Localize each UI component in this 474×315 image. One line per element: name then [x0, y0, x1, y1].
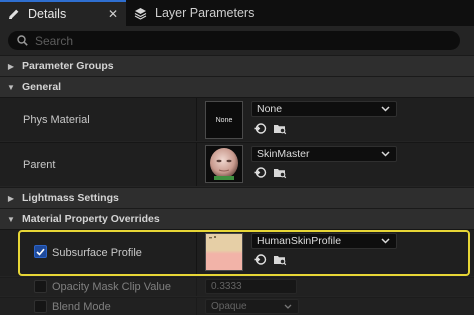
chevron-down-icon [284, 304, 292, 309]
search-input[interactable] [35, 33, 415, 48]
use-selected-asset-icon[interactable] [253, 165, 268, 180]
column-splitter[interactable] [196, 298, 197, 315]
asset-value: SkinMaster [257, 148, 310, 160]
override-checkbox-blend-mode[interactable] [34, 300, 47, 313]
category-lightmass-settings[interactable]: ▶ Lightmass Settings [0, 187, 474, 208]
dropdown-blend-mode[interactable]: Opaque [205, 299, 299, 314]
asset-thumbnail-subsurface-profile[interactable] [205, 233, 243, 271]
asset-thumbnail-parent[interactable] [205, 145, 243, 183]
search-row [0, 26, 474, 54]
property-label: Blend Mode [52, 301, 111, 313]
asset-thumbnail-phys-material[interactable]: None [205, 101, 243, 139]
chevron-down-icon [381, 238, 390, 244]
checkmark-icon [36, 248, 45, 256]
dropdown-value: Opaque [211, 301, 247, 312]
close-icon[interactable]: ✕ [108, 7, 118, 21]
search-icon [17, 35, 28, 46]
property-label: Subsurface Profile [52, 247, 142, 259]
column-splitter[interactable] [196, 98, 197, 141]
category-material-property-overrides[interactable]: ▼ Material Property Overrides [0, 208, 474, 229]
asset-value: None [257, 103, 283, 115]
column-splitter[interactable] [196, 230, 197, 276]
numeric-field-opacity-mask[interactable]: 0.3333 [205, 279, 297, 294]
tab-layer-parameters-label: Layer Parameters [155, 6, 255, 20]
category-general[interactable]: ▼ General [0, 76, 474, 97]
numeric-value: 0.3333 [211, 281, 242, 292]
column-splitter[interactable] [196, 278, 197, 296]
column-splitter[interactable] [196, 143, 197, 186]
pencil-icon [8, 8, 20, 20]
profile-thumbnail-mark-icon [209, 236, 216, 239]
property-label: Parent [23, 158, 56, 171]
asset-picker-phys-material[interactable]: None [251, 101, 397, 117]
chevron-right-icon: ▶ [7, 61, 15, 71]
skin-head-preview-icon [206, 146, 242, 182]
override-checkbox-subsurface-profile[interactable] [34, 245, 47, 258]
asset-picker-subsurface-profile[interactable]: HumanSkinProfile [251, 233, 397, 249]
details-panel: ▶ Parameter Groups ▼ General Phys Materi… [0, 54, 474, 315]
chevron-down-icon: ▼ [7, 82, 15, 92]
category-label: Lightmass Settings [22, 192, 119, 204]
thumbnail-text: None [215, 116, 233, 124]
category-parameter-groups[interactable]: ▶ Parameter Groups [0, 55, 474, 76]
chevron-down-icon: ▼ [7, 214, 15, 224]
layers-icon [134, 7, 147, 20]
category-label: Material Property Overrides [22, 213, 160, 225]
browse-folder-icon[interactable] [272, 252, 287, 267]
chevron-down-icon [381, 151, 390, 157]
tab-bar: Details ✕ Layer Parameters [0, 0, 474, 26]
category-label: General [22, 81, 62, 93]
property-label: Phys Material [23, 113, 90, 126]
tab-details-label: Details [28, 7, 67, 21]
asset-picker-parent[interactable]: SkinMaster [251, 146, 397, 162]
search-box[interactable] [8, 31, 460, 50]
browse-folder-icon[interactable] [272, 165, 287, 180]
chevron-down-icon [381, 106, 390, 112]
category-label: Parameter Groups [22, 60, 114, 72]
property-label: Opacity Mask Clip Value [52, 281, 172, 293]
asset-value: HumanSkinProfile [257, 235, 342, 247]
tab-layer-parameters[interactable]: Layer Parameters [126, 0, 266, 26]
use-selected-asset-icon[interactable] [253, 121, 268, 136]
override-checkbox-opacity-mask[interactable] [34, 280, 47, 293]
chevron-right-icon: ▶ [7, 193, 15, 203]
use-selected-asset-icon[interactable] [253, 252, 268, 267]
browse-folder-icon[interactable] [272, 121, 287, 136]
tab-details[interactable]: Details ✕ [0, 0, 126, 26]
